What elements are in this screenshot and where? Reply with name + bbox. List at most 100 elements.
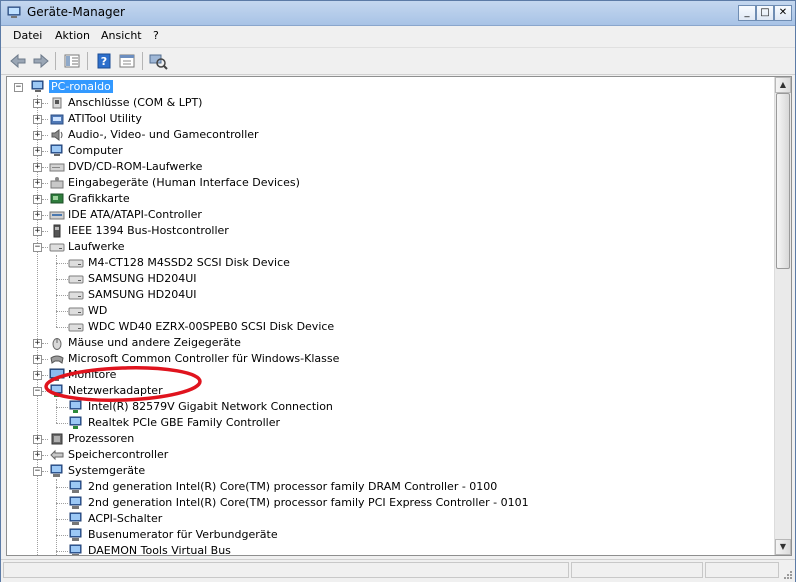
tree-item-label[interactable]: SAMSUNG HD204UI [88, 272, 197, 285]
tree-category[interactable]: + Grafikkarte [7, 191, 767, 207]
tree-category[interactable]: + Anschlüsse (COM & LPT) [7, 95, 767, 111]
collapse-toggle[interactable]: − [14, 83, 23, 92]
tree-item-label[interactable]: Mäuse und andere Zeigegeräte [68, 336, 241, 349]
tree-device[interactable]: WD [7, 303, 767, 319]
expand-toggle[interactable]: + [33, 131, 42, 140]
tree-item-label[interactable]: Prozessoren [68, 432, 134, 445]
expand-toggle[interactable]: + [33, 99, 42, 108]
tree-category[interactable]: − Laufwerke [7, 239, 767, 255]
tree-category[interactable]: + Prozessoren [7, 431, 767, 447]
tree-category[interactable]: + Monitore [7, 367, 767, 383]
tree-category[interactable]: + Eingabegeräte (Human Interface Devices) [7, 175, 767, 191]
expand-toggle[interactable]: + [33, 163, 42, 172]
tree-item-label[interactable]: Audio-, Video- und Gamecontroller [68, 128, 259, 141]
tree-item-label[interactable]: ACPI-Schalter [88, 512, 162, 525]
tree-item-label[interactable]: Realtek PCIe GBE Family Controller [88, 416, 280, 429]
tree-item-label[interactable]: Monitore [68, 368, 116, 381]
tree-item-label[interactable]: M4-CT128 M4SSD2 SCSI Disk Device [88, 256, 290, 269]
tree-item-label[interactable]: 2nd generation Intel(R) Core(TM) process… [88, 496, 529, 509]
expand-toggle[interactable]: + [33, 371, 42, 380]
tree-category[interactable]: + Mäuse und andere Zeigegeräte [7, 335, 767, 351]
tree-item-label[interactable]: WD [88, 304, 107, 317]
tree-item-label[interactable]: IEEE 1394 Bus-Hostcontroller [68, 224, 229, 237]
tree-item-label[interactable]: ATITool Utility [68, 112, 142, 125]
expand-toggle[interactable]: + [33, 355, 42, 364]
tree-item-label[interactable]: Grafikkarte [68, 192, 130, 205]
tree-device[interactable]: SAMSUNG HD204UI [7, 271, 767, 287]
back-icon[interactable] [8, 52, 28, 70]
scan-hardware-icon[interactable] [148, 52, 168, 70]
vertical-scrollbar[interactable]: ▲ ▼ [774, 77, 791, 555]
tree-item-label[interactable]: Intel(R) 82579V Gigabit Network Connecti… [88, 400, 333, 413]
tree-item-label[interactable]: Busenumerator für Verbundgeräte [88, 528, 278, 541]
expand-toggle[interactable]: + [33, 211, 42, 220]
expand-toggle[interactable]: + [33, 147, 42, 156]
tree-view-icon[interactable] [62, 52, 82, 70]
tree-category[interactable]: + ATITool Utility [7, 111, 767, 127]
tree-device[interactable]: Realtek PCIe GBE Family Controller [7, 415, 767, 431]
title-bar[interactable]: Geräte-Manager _ □ ✕ [1, 1, 795, 26]
tree-root-label[interactable]: PC-ronaldo [49, 80, 113, 93]
tree-device[interactable]: Intel(R) 82579V Gigabit Network Connecti… [7, 399, 767, 415]
close-button[interactable]: ✕ [774, 5, 792, 21]
expand-toggle[interactable]: + [33, 339, 42, 348]
tree-item-label[interactable]: Netzwerkadapter [68, 384, 163, 397]
menu-aktion[interactable]: Aktion [55, 29, 90, 42]
disk-drive-icon [68, 256, 84, 270]
tree-item-label[interactable]: Speichercontroller [68, 448, 168, 461]
forward-icon[interactable] [31, 52, 51, 70]
resize-grip-icon[interactable] [781, 568, 793, 580]
scroll-down-arrow[interactable]: ▼ [775, 539, 791, 555]
expand-toggle[interactable]: + [33, 451, 42, 460]
expand-toggle[interactable]: + [33, 195, 42, 204]
scroll-thumb[interactable] [776, 93, 790, 269]
minimize-button[interactable]: _ [738, 5, 756, 21]
properties-icon[interactable] [117, 52, 137, 70]
maximize-button[interactable]: □ [756, 5, 774, 21]
tree-device[interactable]: SAMSUNG HD204UI [7, 287, 767, 303]
collapse-toggle[interactable]: − [33, 387, 42, 396]
tree-category[interactable]: − Netzwerkadapter [7, 383, 767, 399]
tree-item-label[interactable]: DVD/CD-ROM-Laufwerke [68, 160, 202, 173]
tree-item-label[interactable]: IDE ATA/ATAPI-Controller [68, 208, 202, 221]
tree-item-label[interactable]: Laufwerke [68, 240, 125, 253]
tree-category[interactable]: + DVD/CD-ROM-Laufwerke [7, 159, 767, 175]
tree-category[interactable]: + Computer [7, 143, 767, 159]
tree-item-label[interactable]: DAEMON Tools Virtual Bus [88, 544, 231, 555]
tree-device[interactable]: DAEMON Tools Virtual Bus [7, 543, 767, 555]
tree-category[interactable]: + Speichercontroller [7, 447, 767, 463]
expand-toggle[interactable]: + [33, 115, 42, 124]
tree-device[interactable]: WDC WD40 EZRX-00SPEB0 SCSI Disk Device [7, 319, 767, 335]
scroll-up-arrow[interactable]: ▲ [775, 77, 791, 93]
tree-item-label[interactable]: SAMSUNG HD204UI [88, 288, 197, 301]
tree-item-label[interactable]: Computer [68, 144, 123, 157]
tree-root[interactable]: − PC-ronaldo [7, 79, 767, 95]
tree-item-label[interactable]: Eingabegeräte (Human Interface Devices) [68, 176, 300, 189]
expand-toggle[interactable]: + [33, 435, 42, 444]
tree-device[interactable]: M4-CT128 M4SSD2 SCSI Disk Device [7, 255, 767, 271]
expand-toggle[interactable]: + [33, 179, 42, 188]
tree-item-label[interactable]: Anschlüsse (COM & LPT) [68, 96, 202, 109]
tree-device[interactable]: ACPI-Schalter [7, 511, 767, 527]
tree-category[interactable]: + IDE ATA/ATAPI-Controller [7, 207, 767, 223]
tree-device[interactable]: 2nd generation Intel(R) Core(TM) process… [7, 495, 767, 511]
tree-category[interactable]: + Microsoft Common Controller für Windows… [7, 351, 767, 367]
tree-item-label[interactable]: Microsoft Common Controller für Windows-… [68, 352, 339, 365]
collapse-toggle[interactable]: − [33, 467, 42, 476]
menu-ansicht[interactable]: Ansicht [101, 29, 142, 42]
collapse-toggle[interactable]: − [33, 243, 42, 252]
ide-controller-icon [49, 208, 65, 222]
tree-category[interactable]: + Audio-, Video- und Gamecontroller [7, 127, 767, 143]
tree-item-label[interactable]: Systemgeräte [68, 464, 145, 477]
tree-device[interactable]: Busenumerator für Verbundgeräte [7, 527, 767, 543]
device-tree[interactable]: − PC-ronaldo + Anschlüsse (COM & LPT) + ATITo… [6, 76, 792, 556]
menu-datei[interactable]: Datei [13, 29, 42, 42]
tree-category[interactable]: − Systemgeräte [7, 463, 767, 479]
tree-category[interactable]: + IEEE 1394 Bus-Hostcontroller [7, 223, 767, 239]
tree-device[interactable]: 2nd generation Intel(R) Core(TM) process… [7, 479, 767, 495]
menu-help[interactable]: ? [153, 29, 159, 42]
help-icon[interactable]: ? [94, 52, 114, 70]
expand-toggle[interactable]: + [33, 227, 42, 236]
tree-item-label[interactable]: WDC WD40 EZRX-00SPEB0 SCSI Disk Device [88, 320, 334, 333]
tree-item-label[interactable]: 2nd generation Intel(R) Core(TM) process… [88, 480, 497, 493]
